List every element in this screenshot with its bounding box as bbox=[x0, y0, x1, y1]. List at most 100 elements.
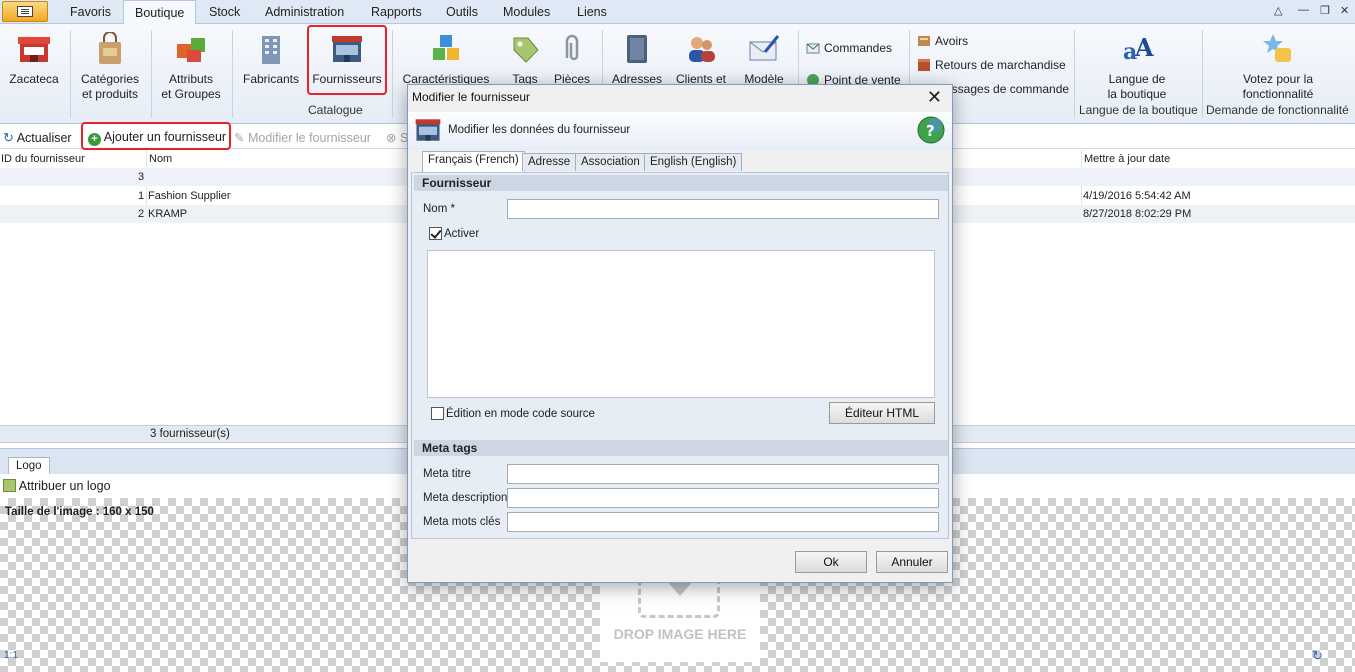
shop-language-label-1: Langue de bbox=[1108, 72, 1166, 86]
svg-text:A: A bbox=[1134, 33, 1154, 62]
blocks-icon bbox=[174, 32, 208, 66]
envelope-pen-icon bbox=[747, 32, 781, 66]
assign-logo-label: Attribuer un logo bbox=[18, 479, 111, 493]
meta-description-field[interactable] bbox=[507, 488, 939, 508]
credit-slips-button[interactable]: Avoirs bbox=[917, 34, 968, 48]
tab-association[interactable]: Association bbox=[575, 153, 646, 171]
attachments-button[interactable]: Pièces bbox=[551, 32, 593, 87]
shop-language-label-2: la boutique bbox=[1107, 87, 1167, 101]
cell-name: KRAMP bbox=[148, 208, 188, 220]
order-messages-label: Messages de commande bbox=[935, 82, 1070, 96]
address-book-icon bbox=[620, 32, 654, 66]
dialog-tabs: Français (French) Adresse Association En… bbox=[412, 151, 950, 172]
name-field[interactable] bbox=[507, 199, 939, 219]
zacateca-label: Zacateca bbox=[9, 72, 59, 86]
supplier-section-header: Fournisseur bbox=[414, 175, 948, 191]
edit-supplier-button[interactable]: ✎ Modifier le fournisseur bbox=[234, 130, 371, 145]
meta-title-field[interactable] bbox=[507, 464, 939, 484]
categories-button[interactable]: Catégories et produits bbox=[76, 31, 144, 102]
tab-boutique[interactable]: Boutique bbox=[123, 0, 197, 25]
meta-keywords-field[interactable] bbox=[507, 512, 939, 532]
orders-button[interactable]: Commandes bbox=[806, 41, 892, 55]
features-button[interactable]: Caractéristiques bbox=[400, 32, 492, 87]
credit-slips-label: Avoirs bbox=[935, 34, 969, 48]
active-label: Activer bbox=[444, 228, 480, 240]
meta-description-label: Meta description bbox=[423, 492, 508, 504]
tag-icon bbox=[508, 32, 542, 66]
feature-request-group-label: Demande de fonctionnalité bbox=[1206, 103, 1349, 117]
source-mode-checkbox[interactable] bbox=[431, 407, 444, 420]
returns-button[interactable]: Retours de marchandise bbox=[917, 58, 1066, 72]
vote-feature-label-2: fonctionnalité bbox=[1242, 87, 1314, 101]
meta-title-label: Meta titre bbox=[423, 468, 471, 480]
meta-keywords-label: Meta mots clés bbox=[423, 516, 501, 528]
close-icon[interactable]: ✕ bbox=[1340, 4, 1349, 17]
credit-icon bbox=[917, 34, 931, 48]
vote-feature-button[interactable]: Votez pour la fonctionnalité bbox=[1230, 32, 1326, 102]
template-button[interactable]: Modèle bbox=[738, 32, 790, 87]
column-header-name[interactable]: Nom bbox=[149, 153, 172, 165]
ok-button[interactable]: Ok bbox=[795, 551, 867, 573]
drop-label: DROP IMAGE HERE bbox=[613, 626, 747, 642]
tab-stock[interactable]: Stock bbox=[209, 5, 240, 19]
tab-outils[interactable]: Outils bbox=[446, 5, 478, 19]
column-header-updated[interactable]: Mettre à jour date bbox=[1084, 153, 1170, 165]
cell-id: 1 bbox=[138, 190, 145, 202]
refresh-preview-icon[interactable]: ↻ bbox=[1312, 648, 1323, 664]
zacateca-button[interactable]: Zacateca bbox=[6, 32, 62, 87]
tab-liens[interactable]: Liens bbox=[577, 5, 607, 19]
cell-id: 2 bbox=[138, 208, 145, 220]
active-checkbox[interactable] bbox=[429, 227, 442, 240]
ribbon-tabbar: Favoris Boutique Stock Administration Ra… bbox=[0, 0, 1355, 25]
restore-icon[interactable]: ❐ bbox=[1320, 4, 1330, 17]
store-icon bbox=[17, 32, 51, 66]
categories-label-1: Catégories bbox=[80, 72, 140, 86]
edit-supplier-dialog: Modifier le fournisseur ✕ Modifier les d… bbox=[407, 84, 953, 583]
attributes-label-1: Attributs bbox=[168, 72, 213, 86]
tab-french[interactable]: Français (French) bbox=[422, 151, 525, 172]
help-icon[interactable]: ? bbox=[916, 115, 946, 148]
dialog-close-icon[interactable]: ✕ bbox=[927, 87, 942, 107]
refresh-button[interactable]: ↻ Actualiser bbox=[3, 130, 72, 146]
tab-administration[interactable]: Administration bbox=[265, 5, 344, 19]
tab-logo[interactable]: Logo bbox=[8, 457, 50, 475]
orders-icon bbox=[806, 41, 820, 55]
zoom-icon[interactable]: 1:1 bbox=[4, 650, 18, 661]
tab-modules[interactable]: Modules bbox=[503, 5, 550, 19]
tab-favoris[interactable]: Favoris bbox=[70, 5, 111, 19]
cancel-button[interactable]: Annuler bbox=[876, 551, 948, 573]
catalogue-group-label: Catalogue bbox=[308, 103, 363, 117]
meta-section-header: Meta tags bbox=[414, 440, 948, 456]
shopping-bag-icon bbox=[93, 31, 127, 66]
record-count: 3 fournisseur(s) bbox=[150, 428, 230, 440]
addresses-button[interactable]: Adresses bbox=[610, 32, 664, 87]
tags-button[interactable]: Tags bbox=[505, 32, 545, 87]
attributes-button[interactable]: Attributs et Groupes bbox=[158, 32, 224, 102]
star-vote-icon bbox=[1261, 32, 1295, 66]
shop-language-button[interactable]: aA Langue de la boutique bbox=[1100, 32, 1174, 102]
app-menu-button[interactable] bbox=[2, 1, 48, 22]
description-editor[interactable] bbox=[427, 250, 935, 398]
building-icon bbox=[254, 32, 288, 66]
tab-english[interactable]: English (English) bbox=[644, 153, 743, 171]
tab-rapports[interactable]: Rapports bbox=[371, 5, 422, 19]
cubes-icon bbox=[429, 32, 463, 66]
image-size-label: Taille de l'image : 160 x 150 bbox=[5, 506, 154, 518]
ribbon-collapse-icon[interactable]: △ bbox=[1274, 4, 1282, 17]
delete-supplier-button[interactable]: ⊗ S bbox=[386, 130, 408, 145]
column-header-id[interactable]: ID du fournisseur bbox=[1, 153, 85, 165]
manufacturers-button[interactable]: Fabricants bbox=[238, 32, 304, 87]
categories-label-2: et produits bbox=[81, 87, 139, 101]
dialog-header: Modifier les données du fournisseur ? bbox=[408, 112, 952, 150]
html-editor-button[interactable]: Éditeur HTML bbox=[829, 402, 935, 424]
storefront-icon bbox=[414, 116, 442, 147]
tab-address[interactable]: Adresse bbox=[522, 153, 577, 171]
image-icon bbox=[3, 479, 16, 492]
customers-button[interactable]: Clients et bbox=[672, 32, 730, 87]
assign-logo-button[interactable]: Attribuer un logo bbox=[3, 479, 111, 493]
source-mode-label: Édition en mode code source bbox=[446, 408, 595, 420]
suppliers-highlight bbox=[307, 25, 387, 95]
minimize-icon[interactable]: — bbox=[1298, 4, 1309, 16]
dialog-title: Modifier le fournisseur bbox=[412, 90, 531, 104]
paperclip-icon bbox=[555, 32, 589, 66]
